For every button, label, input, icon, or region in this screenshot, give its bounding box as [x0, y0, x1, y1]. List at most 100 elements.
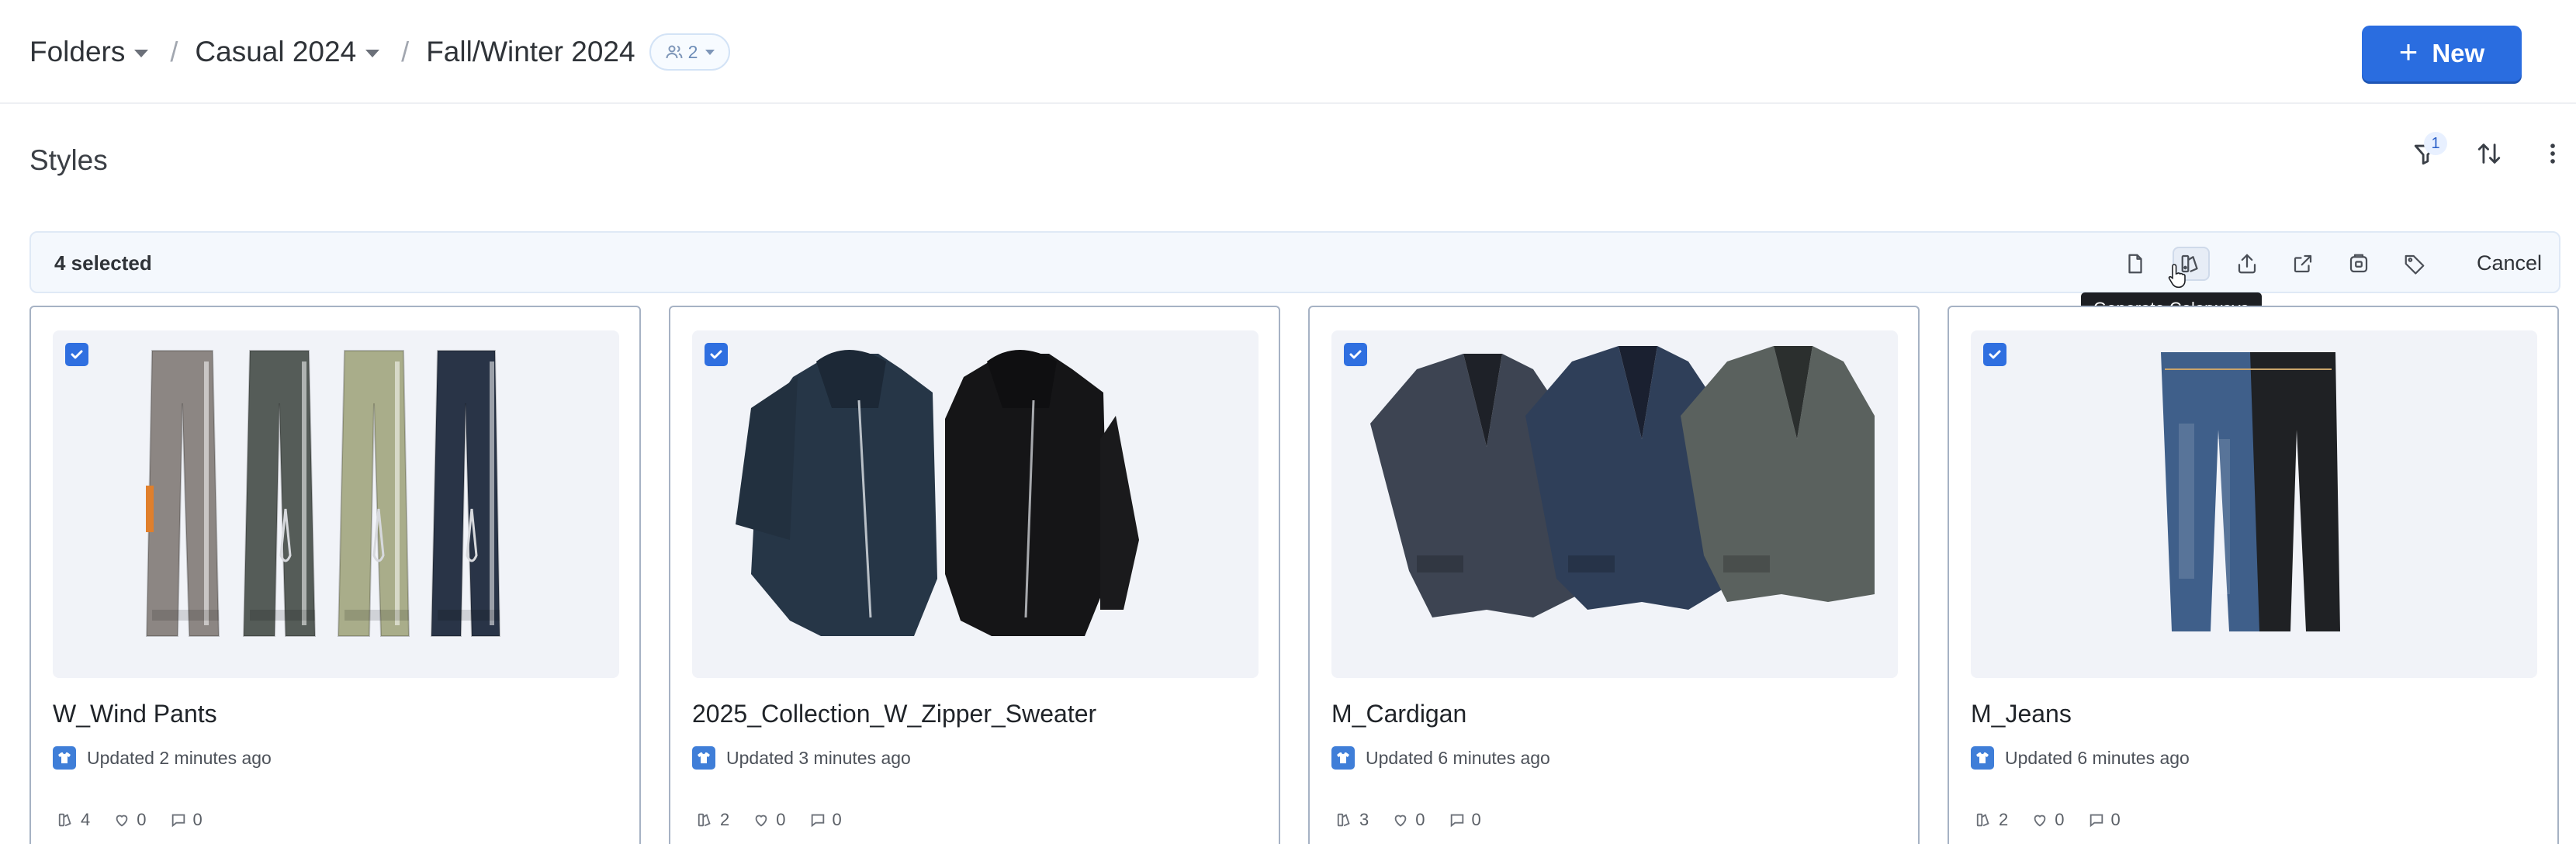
- comment-icon: [1450, 814, 1463, 828]
- colorway-count: 2: [1975, 810, 2008, 830]
- style-thumbnail[interactable]: [1331, 330, 1898, 678]
- comment-count[interactable]: 0: [1449, 810, 1481, 830]
- style-title[interactable]: M_Jeans: [1971, 700, 2072, 728]
- hand-cursor-icon: [2168, 264, 2186, 289]
- breadcrumb-label: Casual 2024: [195, 36, 357, 67]
- breadcrumb-casual-2024[interactable]: Casual 2024: [195, 36, 380, 68]
- shirt-badge-icon: [1331, 746, 1355, 770]
- selected-checkbox[interactable]: [705, 343, 728, 366]
- style-card[interactable]: M_Cardigan Updated 6 minutes ago 3 0 0: [1308, 306, 1920, 844]
- cancel-selection-button[interactable]: Cancel: [2477, 251, 2542, 275]
- archive-button[interactable]: [2340, 247, 2377, 281]
- archive-box-icon: [2349, 254, 2368, 273]
- caret-down-icon: [365, 49, 380, 57]
- updated-info: Updated 6 minutes ago: [1331, 746, 1550, 770]
- tag-icon: [2405, 254, 2425, 275]
- checkmark-icon: [1989, 350, 2001, 359]
- breadcrumb: Folders / Casual 2024 / Fall/Winter 2024…: [29, 28, 731, 76]
- style-card[interactable]: W_Wind Pants Updated 2 minutes ago 4 0 0: [29, 306, 641, 844]
- like-count[interactable]: 0: [113, 810, 147, 830]
- like-count[interactable]: 0: [1392, 810, 1425, 830]
- selected-checkbox[interactable]: [1344, 343, 1367, 366]
- comment-icon: [2090, 814, 2103, 828]
- style-stats: 2 0 0: [697, 810, 842, 830]
- caret-down-icon: [705, 49, 715, 55]
- comment-icon: [171, 814, 185, 828]
- new-button-label: New: [2432, 39, 2485, 67]
- sort-arrows-icon: [2477, 144, 2501, 164]
- checkmark-icon: [71, 350, 83, 359]
- sort-button[interactable]: [2472, 137, 2506, 171]
- style-stats: 3 0 0: [1336, 810, 1481, 830]
- comment-count[interactable]: 0: [809, 810, 842, 830]
- breadcrumb-folders[interactable]: Folders: [29, 36, 149, 68]
- selected-checkbox[interactable]: [65, 343, 88, 366]
- updated-text: Updated 2 minutes ago: [87, 747, 272, 768]
- users-icon: [666, 45, 683, 59]
- colorways-icon: [698, 813, 711, 827]
- shared-members-chip[interactable]: 2: [649, 33, 731, 71]
- jeans-image: [2161, 352, 2340, 631]
- bulk-action-tools: [2117, 247, 2433, 281]
- duplicate-button[interactable]: [2117, 247, 2154, 281]
- cardigan-image: [1370, 346, 1875, 617]
- shirt-icon: [698, 752, 710, 763]
- document-icon: [2128, 254, 2142, 274]
- comment-icon: [811, 814, 824, 828]
- style-thumbnail[interactable]: [53, 330, 619, 678]
- breadcrumb-current: Fall/Winter 2024: [426, 36, 635, 68]
- colorway-count: 4: [57, 810, 90, 830]
- section-actions: 1: [2408, 132, 2570, 171]
- colorways-icon: [1337, 813, 1350, 827]
- updated-text: Updated 6 minutes ago: [1366, 747, 1550, 768]
- external-link-icon: [2294, 254, 2312, 273]
- style-card[interactable]: M_Jeans Updated 6 minutes ago 2 0 0: [1948, 306, 2559, 844]
- selected-count: 4 selected: [54, 251, 152, 275]
- breadcrumb-separator: /: [170, 36, 178, 67]
- like-count[interactable]: 0: [753, 810, 786, 830]
- tag-button[interactable]: [2396, 247, 2433, 281]
- shared-members-count: 2: [687, 41, 698, 62]
- breadcrumb-separator: /: [401, 36, 410, 67]
- styles-grid: W_Wind Pants Updated 2 minutes ago 4 0 0: [29, 306, 2560, 844]
- heart-icon: [2034, 815, 2046, 827]
- style-title[interactable]: M_Cardigan: [1331, 700, 1466, 728]
- share-button[interactable]: [2228, 247, 2266, 281]
- shirt-badge-icon: [1971, 746, 1994, 770]
- upload-share-icon: [2238, 254, 2256, 274]
- shirt-icon: [1337, 752, 1349, 763]
- like-count[interactable]: 0: [2031, 810, 2065, 830]
- breadcrumb-label: Folders: [29, 36, 126, 67]
- section-title: Styles: [29, 144, 108, 176]
- filter-button[interactable]: 1: [2408, 132, 2447, 171]
- caret-down-icon: [134, 49, 149, 57]
- style-stats: 4 0 0: [57, 810, 203, 830]
- wind-pants-image: [145, 350, 501, 637]
- comment-count[interactable]: 0: [170, 810, 203, 830]
- style-title[interactable]: 2025_Collection_W_Zipper_Sweater: [692, 700, 1096, 728]
- heart-icon: [1394, 815, 1407, 827]
- top-bar: Folders / Casual 2024 / Fall/Winter 2024…: [0, 0, 2576, 104]
- shirt-badge-icon: [692, 746, 715, 770]
- shirt-icon: [1976, 752, 1989, 763]
- style-thumbnail[interactable]: [1971, 330, 2537, 678]
- updated-info: Updated 6 minutes ago: [1971, 746, 2190, 770]
- updated-info: Updated 2 minutes ago: [53, 746, 272, 770]
- heart-icon: [116, 815, 128, 827]
- more-options-button[interactable]: [2536, 137, 2570, 171]
- plus-icon: +: [2398, 33, 2418, 70]
- style-thumbnail[interactable]: [692, 330, 1259, 678]
- more-vertical-icon: [2550, 144, 2555, 164]
- colorway-count: 2: [697, 810, 729, 830]
- heart-icon: [755, 815, 767, 827]
- breadcrumb-current-label: Fall/Winter 2024: [426, 36, 635, 67]
- style-title[interactable]: W_Wind Pants: [53, 700, 217, 728]
- style-card[interactable]: 2025_Collection_W_Zipper_Sweater Updated…: [669, 306, 1280, 844]
- open-external-button[interactable]: [2284, 247, 2322, 281]
- zipper-sweater-image: [736, 350, 1139, 636]
- shirt-badge-icon: [53, 746, 76, 770]
- updated-info: Updated 3 minutes ago: [692, 746, 911, 770]
- selected-checkbox[interactable]: [1983, 343, 2006, 366]
- comment-count[interactable]: 0: [2088, 810, 2121, 830]
- new-button[interactable]: + New: [2362, 26, 2522, 81]
